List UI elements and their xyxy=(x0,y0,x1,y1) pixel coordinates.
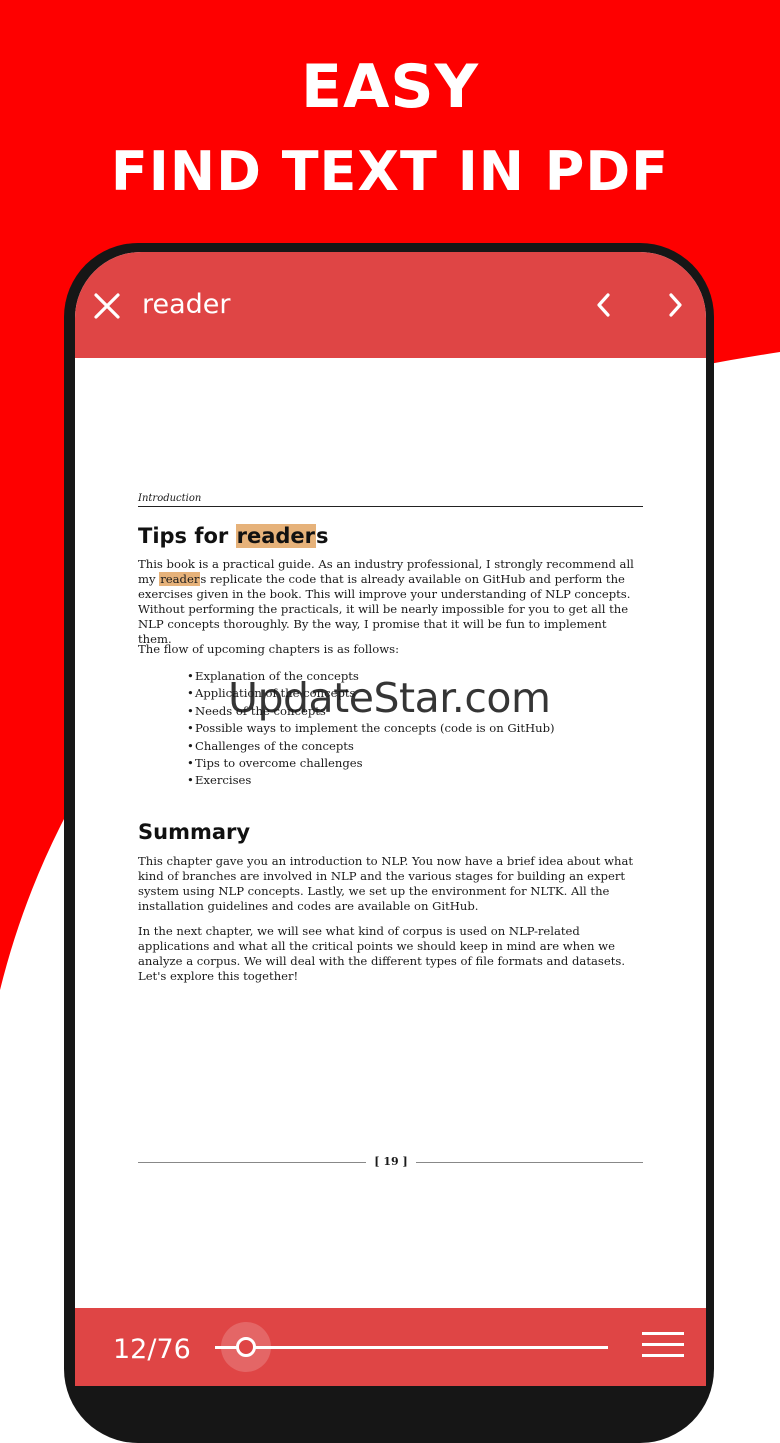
search-match-highlight: reader xyxy=(159,572,201,586)
bottom-navigation-bar: 12/76 xyxy=(75,1308,706,1386)
footer-rule-right xyxy=(416,1162,643,1163)
phone-screen: reader Introduction Tips for readers Thi… xyxy=(75,252,706,1386)
header-rule xyxy=(138,506,643,507)
page-number: [ 19 ] xyxy=(374,1155,408,1168)
slider-knob xyxy=(236,1337,257,1357)
close-icon[interactable] xyxy=(92,291,122,321)
paragraph-summary-2: In the next chapter, we will see what ki… xyxy=(138,924,625,983)
chevron-right-icon[interactable] xyxy=(662,290,688,320)
list-item: Challenges of the concepts xyxy=(187,738,555,755)
title-text-after: s xyxy=(316,524,329,548)
paragraph-intro-rest: s replicate the code that is already ava… xyxy=(138,572,631,646)
chevron-left-icon[interactable] xyxy=(591,290,617,320)
watermark: UpdateStar.com xyxy=(228,674,551,722)
promo-headline-line2: FIND TEXT IN PDF xyxy=(110,140,670,203)
page-counter: 12/76 xyxy=(113,1334,191,1365)
footer-rule-left xyxy=(138,1162,366,1163)
running-head: Introduction xyxy=(138,493,202,504)
search-query-field[interactable]: reader xyxy=(142,289,231,320)
title-text-before: Tips for xyxy=(138,524,236,548)
list-item: Exercises xyxy=(187,772,555,789)
paragraph-intro: This book is a practical guide. As an in… xyxy=(138,557,643,647)
list-item: Tips to overcome challenges xyxy=(187,755,555,772)
search-match-highlight: reader xyxy=(235,524,317,548)
hamburger-menu-icon[interactable] xyxy=(642,1332,684,1358)
paragraph-summary-1: This chapter gave you an introduction to… xyxy=(138,854,634,913)
list-item: Possible ways to implement the concepts … xyxy=(187,720,555,737)
page-slider-thumb[interactable] xyxy=(221,1322,272,1372)
pdf-page[interactable]: Introduction Tips for readers This book … xyxy=(75,358,706,1308)
paragraph-flow: The flow of upcoming chapters is as foll… xyxy=(138,642,399,656)
section-title-tips: Tips for readers xyxy=(138,524,329,548)
page-slider-track[interactable] xyxy=(215,1346,608,1349)
section-title-summary: Summary xyxy=(138,820,251,844)
search-toolbar: reader xyxy=(75,252,706,358)
promo-headline-line1: EASY xyxy=(300,52,480,122)
